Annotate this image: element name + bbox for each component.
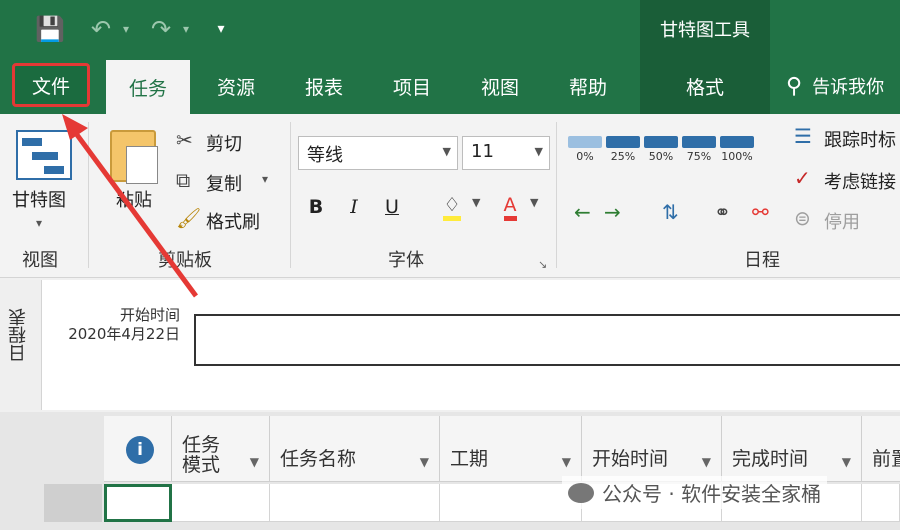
annotation-arrow xyxy=(62,114,199,298)
